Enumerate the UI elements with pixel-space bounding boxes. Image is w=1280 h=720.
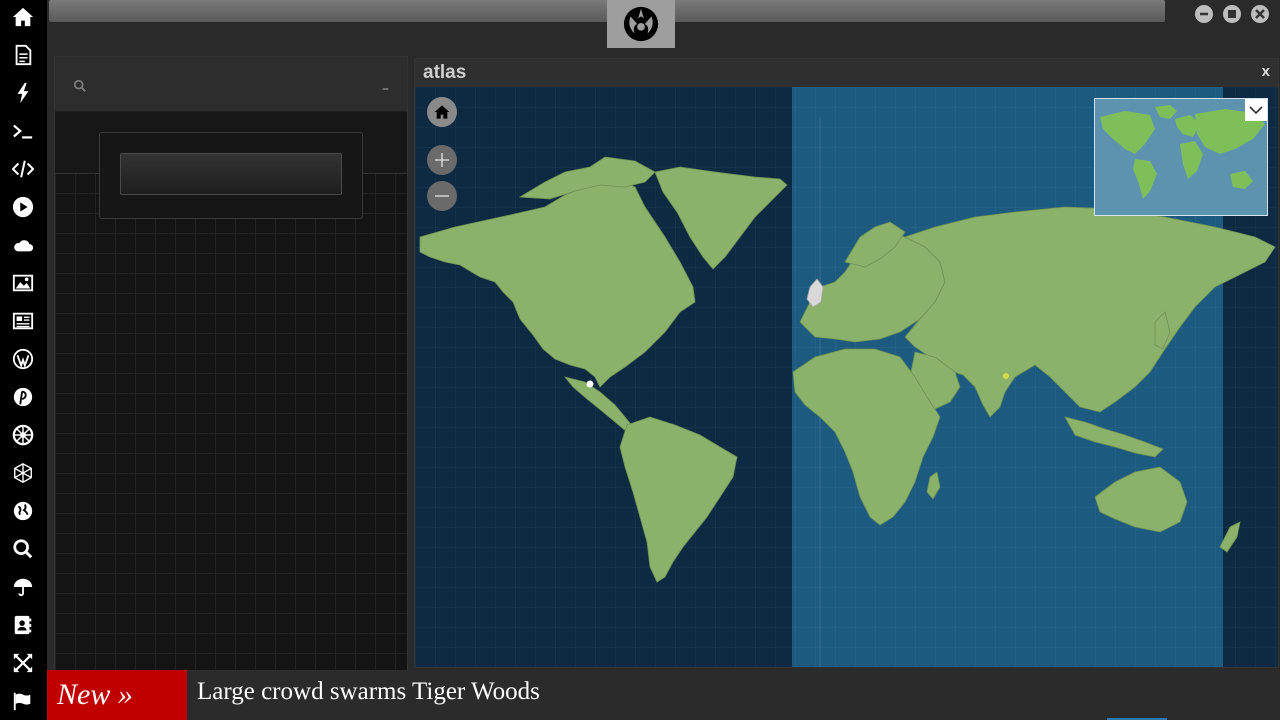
minus-icon	[435, 195, 449, 197]
atlas-title: atlas	[423, 62, 467, 83]
atlas-close-button[interactable]: x	[1262, 63, 1270, 80]
lightning-icon[interactable]	[11, 81, 35, 105]
panel-minimize-button[interactable]: –	[382, 81, 389, 97]
search-icon[interactable]	[11, 537, 35, 561]
zoom-out-button[interactable]	[427, 181, 457, 211]
news-ticker: New » Large crowd swarms Tiger Woods	[47, 670, 1280, 720]
maximize-window-button[interactable]	[1223, 5, 1241, 23]
ticker-headline[interactable]: Large crowd swarms Tiger Woods	[197, 678, 540, 706]
zoom-in-button[interactable]	[427, 145, 457, 175]
location-marker-secondary[interactable]	[1003, 373, 1009, 379]
document-icon[interactable]	[11, 43, 35, 67]
panel-grid-area	[55, 173, 407, 670]
logo-tab[interactable]	[607, 0, 675, 48]
network-icon[interactable]	[11, 461, 35, 485]
rebel-alliance-icon	[623, 6, 659, 42]
expand-icon[interactable]	[11, 651, 35, 675]
atlas-panel: atlas x	[414, 58, 1279, 668]
home-icon	[434, 105, 450, 119]
location-marker[interactable]	[586, 380, 594, 388]
atlas-titlebar: atlas x	[415, 59, 1278, 87]
map-home-button[interactable]	[427, 97, 457, 127]
flag-icon[interactable]	[11, 689, 35, 713]
play-icon[interactable]	[11, 195, 35, 219]
minimap-continents	[1100, 105, 1265, 199]
app-sidebar	[0, 0, 47, 720]
search-panel: –	[54, 56, 408, 671]
globe-icon[interactable]	[11, 499, 35, 523]
top-bar	[47, 0, 1280, 52]
home-icon[interactable]	[11, 5, 35, 29]
newspaper-icon[interactable]	[11, 309, 35, 333]
cloud-icon[interactable]	[11, 233, 35, 257]
minimap-toggle-button[interactable]	[1245, 99, 1267, 121]
umbrella-icon[interactable]	[11, 575, 35, 599]
wordpress-icon[interactable]	[11, 347, 35, 371]
search-panel-header: –	[55, 57, 407, 112]
contacts-icon[interactable]	[11, 613, 35, 637]
search-icon[interactable]	[73, 79, 87, 93]
close-window-button[interactable]	[1251, 5, 1269, 23]
minimize-window-button[interactable]	[1195, 5, 1213, 23]
image-icon[interactable]	[11, 271, 35, 295]
search-input[interactable]	[120, 153, 342, 195]
ticker-badge[interactable]: New »	[47, 670, 187, 720]
terminal-icon[interactable]	[11, 119, 35, 143]
pinterest-icon[interactable]	[11, 385, 35, 409]
minimap[interactable]	[1094, 98, 1268, 216]
world-map[interactable]	[415, 87, 1278, 667]
search-box-container	[99, 132, 363, 219]
plus-icon	[435, 153, 449, 167]
chevron-down-icon	[1249, 106, 1263, 115]
empire-icon[interactable]	[11, 423, 35, 447]
code-icon[interactable]	[11, 157, 35, 181]
